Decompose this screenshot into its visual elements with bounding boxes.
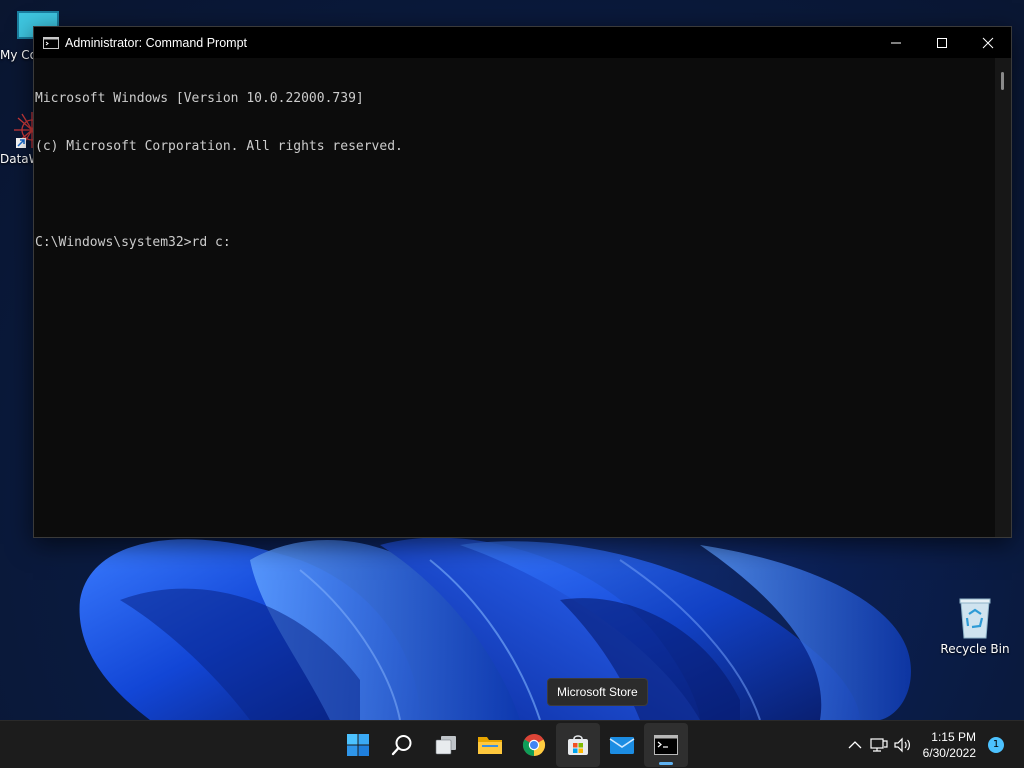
mail-icon [609, 737, 635, 754]
close-button[interactable] [965, 27, 1011, 58]
scrollbar-thumb[interactable] [1001, 72, 1004, 90]
chrome-icon [522, 734, 546, 756]
windows-logo-icon [347, 734, 369, 756]
volume-button[interactable] [891, 721, 915, 768]
taskbar-mail-button[interactable] [600, 723, 644, 767]
network-button[interactable] [867, 721, 891, 768]
minimize-icon [891, 42, 901, 43]
taskbar-tooltip: Microsoft Store [547, 678, 648, 706]
vertical-scrollbar[interactable] [995, 58, 1011, 537]
window-title: Administrator: Command Prompt [65, 35, 248, 50]
taskbar-file-explorer-button[interactable] [468, 723, 512, 767]
taskbar-cmd-button[interactable] [644, 723, 688, 767]
taskbar-start-button[interactable] [336, 723, 380, 767]
maximize-button[interactable] [919, 27, 965, 58]
maximize-icon [937, 37, 947, 48]
cmd-icon [654, 735, 678, 755]
cmd-app-icon [43, 36, 59, 49]
running-indicator [659, 762, 673, 765]
network-icon [870, 738, 888, 752]
console-output[interactable]: Microsoft Windows [Version 10.0.22000.73… [34, 58, 995, 537]
taskbar-apps [336, 723, 688, 767]
taskbar-task-view-button[interactable] [424, 723, 468, 767]
desktop-icon-label: Recycle Bin [940, 642, 1010, 656]
command-prompt-window[interactable]: Administrator: Command Prompt Microsoft … [33, 26, 1012, 538]
folder-icon [478, 737, 502, 754]
show-hidden-icons-button[interactable] [843, 721, 867, 768]
taskbar-store-button[interactable] [556, 723, 600, 767]
chevron-up-icon [848, 741, 862, 749]
store-icon [568, 735, 588, 755]
clock-time: 1:15 PM [931, 730, 976, 744]
desktop-icon-recycle-bin[interactable]: Recycle Bin [940, 596, 1010, 656]
system-tray: 1:15 PM 6/30/2022 1 [843, 721, 1024, 768]
taskbar-chrome-button[interactable] [512, 723, 556, 767]
notification-badge[interactable]: 1 [988, 737, 1004, 753]
taskbar-clock[interactable]: 1:15 PM 6/30/2022 [923, 729, 976, 761]
volume-icon [894, 737, 910, 753]
task-view-icon [435, 736, 456, 755]
taskbar: 1:15 PM 6/30/2022 1 [0, 720, 1024, 768]
taskbar-search-button[interactable] [380, 723, 424, 767]
console-line: (c) Microsoft Corporation. All rights re… [35, 139, 403, 154]
minimize-button[interactable] [873, 27, 919, 58]
search-icon [391, 735, 412, 756]
close-icon [982, 37, 994, 48]
console-line: Microsoft Windows [Version 10.0.22000.73… [35, 91, 364, 106]
window-titlebar[interactable]: Administrator: Command Prompt [34, 27, 1011, 58]
recycle-bin-icon [959, 598, 991, 639]
clock-date: 6/30/2022 [922, 746, 976, 760]
console-input-line[interactable]: C:\Windows\system32>rd c: [35, 235, 995, 251]
